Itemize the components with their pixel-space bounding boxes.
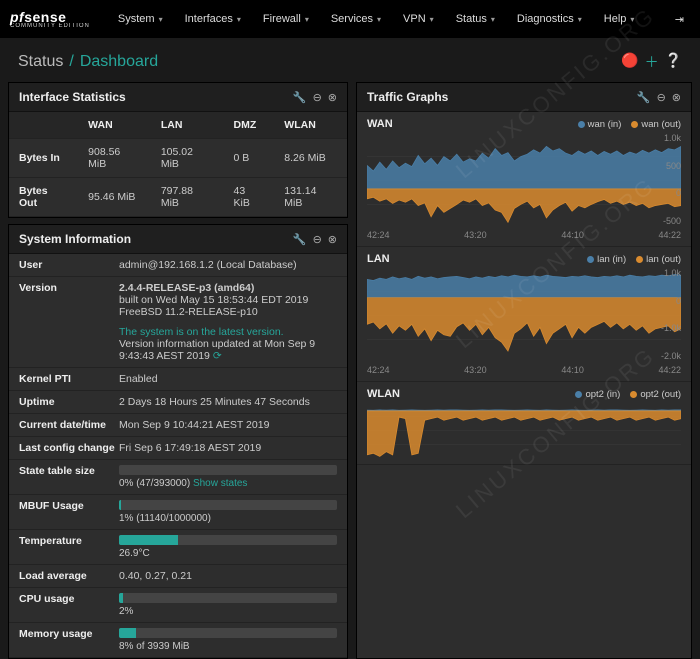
sysinfo-label-datetime: Current date/time xyxy=(19,419,119,431)
sysinfo-label-cpu: CPU usage xyxy=(19,593,119,617)
nav-item-help[interactable]: Help▾ xyxy=(594,5,645,33)
traffic-graph-lan: LANlan (in)lan (out)1.0k0-1.0k-2.0k42:24… xyxy=(357,247,691,382)
sysinfo-label-temp: Temperature xyxy=(19,535,119,559)
sysinfo-value-state: 0% (47/393000) Show states xyxy=(119,465,337,489)
panel-minimize-icon[interactable]: ⊖ xyxy=(657,91,666,104)
sysinfo-value-mem: 8% of 3939 MiB xyxy=(119,628,337,652)
panel-settings-icon[interactable]: 🔧 xyxy=(637,91,651,104)
logo[interactable]: pfsense COMMUNITY EDITION xyxy=(10,9,90,29)
nav-item-firewall[interactable]: Firewall▾ xyxy=(253,5,319,33)
traffic-graph-wan: WANwan (in)wan (out)1.0k5000-50042:2443:… xyxy=(357,112,691,247)
sysinfo-value-datetime: Mon Sep 9 10:44:21 AEST 2019 xyxy=(119,419,337,431)
traffic-graph-wlan: WLANopt2 (in)opt2 (out) xyxy=(357,382,691,465)
sysinfo-value-user: admin@192.168.1.2 (Local Database) xyxy=(119,259,337,271)
sysinfo-label-version: Version xyxy=(19,282,119,362)
panel-minimize-icon[interactable]: ⊖ xyxy=(313,233,322,246)
sysinfo-label-mem: Memory usage xyxy=(19,628,119,652)
nav-item-interfaces[interactable]: Interfaces▾ xyxy=(175,5,251,33)
panel-close-icon[interactable]: ⊗ xyxy=(672,91,681,104)
sysinfo-label-kernel: Kernel PTI xyxy=(19,373,119,385)
breadcrumb-status: Status xyxy=(18,53,63,71)
add-widget-icon[interactable]: ＋ xyxy=(645,52,659,72)
sysinfo-value-mbuf: 1% (11140/1000000) xyxy=(119,500,337,524)
nav-item-vpn[interactable]: VPN▾ xyxy=(393,5,444,33)
sysinfo-label-state: State table size xyxy=(19,465,119,489)
breadcrumb-page[interactable]: Dashboard xyxy=(80,53,158,71)
table-row: Bytes In908.56 MiB105.02 MiB0 B8.26 MiB xyxy=(9,139,347,178)
panel-minimize-icon[interactable]: ⊖ xyxy=(313,91,322,104)
panel-settings-icon[interactable]: 🔧 xyxy=(293,233,307,246)
save-layout-icon[interactable]: 🔴 xyxy=(621,52,638,72)
navbar: pfsense COMMUNITY EDITION System▾Interfa… xyxy=(0,0,700,38)
show-states-link[interactable]: Show states xyxy=(193,478,247,489)
panel-settings-icon[interactable]: 🔧 xyxy=(293,91,307,104)
sysinfo-value-cpu: 2% xyxy=(119,593,337,617)
panel-title: Interface Statistics xyxy=(19,90,126,104)
panel-interface-statistics: Interface Statistics 🔧 ⊖ ⊗ WANLANDMZWLAN… xyxy=(8,82,348,218)
panel-system-information: System Information 🔧 ⊖ ⊗ Useradmin@192.1… xyxy=(8,224,348,659)
interface-stats-table: WANLANDMZWLAN Bytes In908.56 MiB105.02 M… xyxy=(9,112,347,217)
sysinfo-value-load: 0.40, 0.27, 0.21 xyxy=(119,570,337,582)
sysinfo-label-uptime: Uptime xyxy=(19,396,119,408)
sysinfo-label-user: User xyxy=(19,259,119,271)
nav-item-system[interactable]: System▾ xyxy=(108,5,173,33)
breadcrumb: Status / Dashboard 🔴 ＋ ❔ xyxy=(0,38,700,82)
sysinfo-label-lastconfig: Last config change xyxy=(19,442,119,454)
sysinfo-value-kernel: Enabled xyxy=(119,373,337,385)
sysinfo-value-lastconfig: Fri Sep 6 17:49:18 AEST 2019 xyxy=(119,442,337,454)
nav-item-diagnostics[interactable]: Diagnostics▾ xyxy=(507,5,592,33)
panel-traffic-graphs: Traffic Graphs 🔧 ⊖ ⊗ WANwan (in)wan (out… xyxy=(356,82,692,659)
sysinfo-label-load: Load average xyxy=(19,570,119,582)
nav-item-status[interactable]: Status▾ xyxy=(446,5,505,33)
nav-item-services[interactable]: Services▾ xyxy=(321,5,391,33)
panel-title: System Information xyxy=(19,232,131,246)
sysinfo-value-uptime: 2 Days 18 Hours 25 Minutes 47 Seconds xyxy=(119,396,337,408)
logout-icon[interactable]: ⇥ xyxy=(669,13,690,26)
sysinfo-value-version: 2.4.4-RELEASE-p3 (amd64) built on Wed Ma… xyxy=(119,282,337,362)
sysinfo-label-mbuf: MBUF Usage xyxy=(19,500,119,524)
table-row: Bytes Out95.46 MiB797.88 MiB43 KiB131.14… xyxy=(9,178,347,217)
panel-close-icon[interactable]: ⊗ xyxy=(328,91,337,104)
help-icon[interactable]: ❔ xyxy=(665,52,682,72)
panel-title: Traffic Graphs xyxy=(367,90,448,104)
refresh-icon[interactable]: ⟳ xyxy=(213,350,222,362)
panel-close-icon[interactable]: ⊗ xyxy=(328,233,337,246)
sysinfo-value-temp: 26.9°C xyxy=(119,535,337,559)
